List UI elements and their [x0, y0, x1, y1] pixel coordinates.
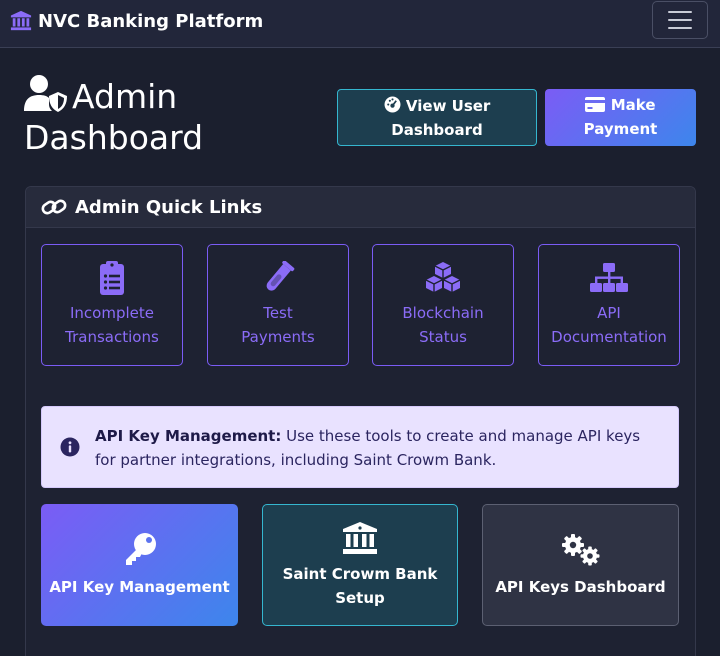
- sitemap-icon: [590, 263, 628, 292]
- alert-strong: API Key Management:: [95, 427, 282, 445]
- page-title-line1: Admin: [72, 77, 178, 116]
- vial-icon: [266, 261, 295, 291]
- make-payment-label-1: Make: [610, 96, 656, 114]
- user-shield-icon: [24, 75, 67, 112]
- view-user-label-1: View User: [405, 97, 491, 115]
- tile-label: Setup: [335, 589, 385, 607]
- tile-label: API Keys Dashboard: [495, 578, 666, 596]
- credit-card-icon: [585, 97, 606, 112]
- quick-link-label: Blockchain: [402, 304, 484, 322]
- quick-link-test-payments[interactable]: Test Payments: [207, 244, 349, 366]
- view-user-dashboard-button[interactable]: View User Dashboard: [337, 89, 537, 146]
- navbar: NVC Banking Platform: [0, 0, 720, 48]
- quick-link-label: Payments: [241, 328, 315, 346]
- quick-link-label: Test: [263, 304, 293, 322]
- card-title: Admin Quick Links: [75, 196, 263, 218]
- key-icon: [125, 533, 156, 565]
- quick-link-label: Transactions: [65, 328, 159, 346]
- bank-icon: [343, 522, 377, 554]
- page-title-line2: Dashboard: [24, 118, 204, 157]
- brand-link[interactable]: NVC Banking Platform: [10, 9, 263, 33]
- bank-icon: [10, 10, 32, 31]
- make-payment-label-2: Payment: [583, 120, 658, 138]
- tile-label: Saint Crowm Bank: [282, 565, 438, 583]
- clipboard-list-icon: [100, 261, 124, 295]
- info-circle-icon: [60, 437, 80, 457]
- cubes-icon: [425, 262, 461, 292]
- quick-link-label: API: [597, 304, 621, 322]
- api-key-info-alert: API Key Management: Use these tools to c…: [41, 406, 679, 488]
- quick-link-label: Incomplete: [70, 304, 154, 322]
- quick-link-incomplete-transactions[interactable]: Incomplete Transactions: [41, 244, 183, 366]
- api-keys-dashboard-button[interactable]: API Keys Dashboard: [482, 504, 679, 626]
- brand-name: NVC Banking Platform: [38, 10, 264, 32]
- saint-crowm-bank-setup-button[interactable]: Saint Crowm Bank Setup: [262, 504, 458, 626]
- tile-label: API Key Management: [49, 578, 230, 596]
- card-header: Admin Quick Links: [26, 187, 695, 228]
- quick-link-label: Documentation: [551, 328, 667, 346]
- quick-link-label: Status: [419, 328, 467, 346]
- page-title: Admin Dashboard: [24, 74, 203, 158]
- make-payment-button[interactable]: Make Payment: [545, 89, 696, 146]
- tachometer-icon: [384, 96, 401, 113]
- gears-icon: [561, 534, 599, 566]
- quick-link-api-documentation[interactable]: API Documentation: [538, 244, 680, 366]
- hamburger-menu-icon: [668, 11, 692, 13]
- quick-link-blockchain-status[interactable]: Blockchain Status: [372, 244, 514, 366]
- navbar-toggle-button[interactable]: [652, 1, 708, 39]
- view-user-label-2: Dashboard: [391, 121, 483, 139]
- api-key-management-button[interactable]: API Key Management: [41, 504, 238, 626]
- link-icon: [41, 199, 67, 215]
